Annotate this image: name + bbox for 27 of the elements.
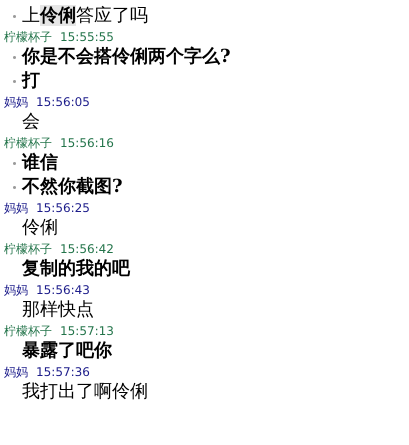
- message-text: 谁信: [22, 152, 58, 174]
- sender-name: 柠檬杯子: [4, 322, 52, 338]
- message-text: 会: [22, 111, 40, 133]
- message-text: 我打出了啊伶俐: [22, 381, 148, 403]
- sender-name: 妈妈: [4, 200, 28, 216]
- message-text: 你是不会搭伶俐两个字么?: [22, 46, 231, 68]
- message-text: 复制的我的吧: [22, 258, 130, 280]
- message-text: 暴露了吧你: [22, 340, 112, 362]
- message-text: 伶俐: [22, 217, 58, 239]
- message-time: 15:56:43: [36, 282, 90, 298]
- message-text: 那样快点: [22, 299, 94, 321]
- message-time: 15:56:05: [36, 94, 90, 110]
- sender-name: 柠檬杯子: [4, 134, 52, 150]
- message-text: 打: [22, 70, 40, 92]
- message-text: 不然你截图?: [22, 176, 123, 198]
- sender-name: 妈妈: [4, 364, 28, 380]
- sender-name: 柠檬杯子: [4, 240, 52, 256]
- message-time: 15:57:13: [60, 322, 114, 338]
- message-time: 15:57:36: [36, 364, 90, 380]
- message-time: 15:56:16: [60, 134, 114, 150]
- message-time: 15:55:55: [60, 28, 114, 44]
- message-text: 上伶俐答应了吗: [22, 5, 148, 27]
- message-time: 15:56:25: [36, 200, 90, 216]
- sender-name: 柠檬杯子: [4, 28, 52, 44]
- sender-name: 妈妈: [4, 282, 28, 298]
- message-time: 15:56:42: [60, 240, 114, 256]
- sender-name: 妈妈: [4, 94, 28, 110]
